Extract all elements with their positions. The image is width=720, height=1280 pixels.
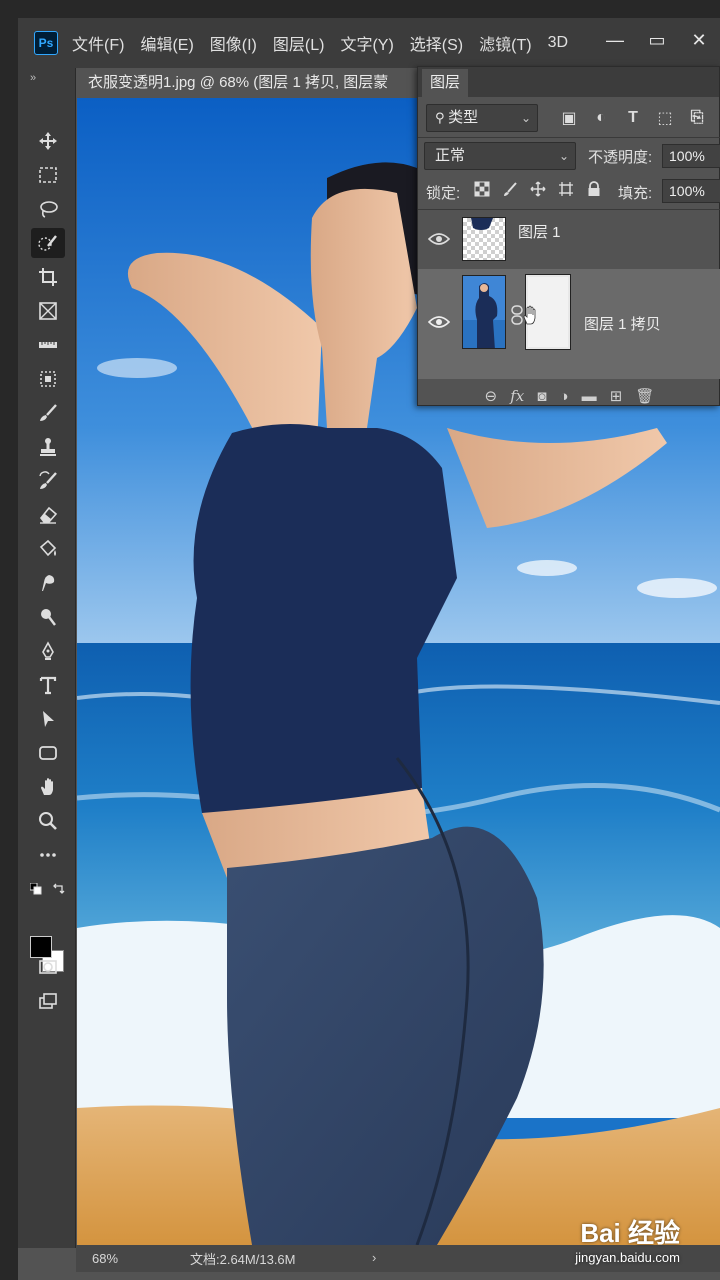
screen-mode-icon[interactable] — [31, 986, 65, 1016]
menu-filter[interactable]: 滤镜(T) — [479, 31, 531, 55]
photoshop-window: Ps 文件(F) 编辑(E) 图像(I) 图层(L) 文字(Y) 选择(S) 滤… — [18, 18, 720, 1280]
filter-kind-value: 类型 — [448, 109, 479, 126]
menu-bar: Ps 文件(F) 编辑(E) 图像(I) 图层(L) 文字(Y) 选择(S) 滤… — [18, 18, 720, 68]
rectangle-icon[interactable] — [31, 738, 65, 768]
baidu-watermark-url: jingyan.baidu.com — [575, 1250, 680, 1265]
type-filter-icon[interactable]: T — [622, 107, 644, 129]
menu-layer[interactable]: 图层(L) — [273, 31, 325, 55]
menu-edit[interactable]: 编辑(E) — [140, 31, 193, 55]
link-icon[interactable]: ⊖ — [485, 387, 498, 405]
lock-pixels-icon[interactable] — [502, 181, 518, 202]
zoom-icon[interactable] — [31, 806, 65, 836]
layer-row[interactable]: 图层 1 — [418, 211, 720, 267]
layer-name[interactable]: 图层 1 — [518, 221, 561, 242]
fx-icon[interactable]: fx — [510, 387, 524, 405]
new-layer-icon[interactable]: ⊞ — [610, 387, 623, 405]
path-selection-icon[interactable] — [31, 704, 65, 734]
quick-mask-icon[interactable] — [31, 952, 65, 982]
document-tab[interactable]: 衣服变透明1.jpg @ 68% (图层 1 拷贝, 图层蒙 — [76, 68, 476, 98]
image-filter-icon[interactable]: ▣ — [558, 107, 580, 129]
mask-icon[interactable]: ◙ — [537, 388, 546, 405]
menu-select[interactable]: 选择(S) — [410, 31, 463, 55]
document-size: 文档:2.64M/13.6M — [190, 1252, 296, 1267]
tab-layers[interactable]: 图层 — [422, 69, 469, 97]
menu-file[interactable]: 文件(F) — [72, 31, 124, 55]
dodge-icon[interactable] — [31, 602, 65, 632]
collapse-toolbar-button[interactable]: » — [30, 72, 36, 84]
opacity-field[interactable]: 100% — [662, 144, 720, 168]
more-icon[interactable] — [31, 840, 65, 870]
layer-row-selected[interactable]: 图层 1 拷贝 — [418, 269, 720, 379]
smart-object-filter-icon[interactable]: ⎘ — [686, 107, 708, 129]
window-controls: — ▭ ✕ — [594, 24, 720, 56]
menu-image[interactable]: 图像(I) — [210, 31, 257, 55]
minimize-button[interactable]: — — [594, 24, 636, 56]
blend-row: 正常 ⌄ 不透明度: 100% — [418, 139, 720, 173]
menu-3d[interactable]: 3D — [548, 34, 568, 52]
restore-button[interactable]: ▭ — [636, 24, 678, 56]
shape-filter-icon[interactable]: ⬚ — [654, 107, 676, 129]
search-icon: ⚲ — [435, 110, 449, 125]
status-menu-arrow[interactable]: › — [372, 1250, 376, 1265]
layers-panel-header: 图层 — [418, 67, 719, 97]
chevron-down-icon: ⌄ — [520, 111, 531, 125]
eraser-icon[interactable] — [31, 500, 65, 530]
baidu-watermark: Bai 经验 — [580, 1218, 680, 1248]
layer-filter-row: ⚲ 类型 ⌄ ▣ ◐ T ⬚ ⎘ — [418, 101, 720, 135]
hand-icon[interactable] — [31, 772, 65, 802]
zoom-level[interactable]: 68% — [92, 1251, 162, 1266]
cursor-hand-icon — [522, 305, 540, 330]
lock-transparency-icon[interactable] — [474, 181, 490, 202]
layers-panel: 图层 ⚲ 类型 ⌄ ▣ ◐ T ⬚ ⎘ 正常 ⌄ 不透明度: 100% 锁定: … — [417, 66, 720, 406]
eye-icon[interactable] — [428, 232, 450, 246]
lock-row: 锁定: 填充: 100% — [418, 175, 720, 207]
layer-name[interactable]: 图层 1 拷贝 — [584, 313, 661, 334]
layers-footer: ⊖ fx ◙ ◑ ▬ ⊞ 🗑 — [418, 385, 720, 407]
folder-icon[interactable]: ▬ — [582, 388, 597, 405]
chevron-down-icon: ⌄ — [558, 149, 569, 163]
move-icon[interactable] — [31, 126, 65, 156]
lock-position-icon[interactable] — [530, 181, 546, 202]
default-colors-icon[interactable] — [29, 882, 42, 895]
smudge-icon[interactable] — [31, 568, 65, 598]
adjustment-icon[interactable]: ◑ — [559, 388, 568, 405]
filter-kind-select[interactable]: ⚲ 类型 ⌄ — [426, 104, 538, 132]
type-icon[interactable] — [31, 670, 65, 700]
fill-field[interactable]: 100% — [662, 179, 720, 203]
fill-label: 填充: — [618, 185, 653, 202]
lock-label: 锁定: — [426, 185, 461, 202]
quick-selection-icon[interactable] — [31, 228, 65, 258]
frame-icon[interactable] — [31, 296, 65, 326]
menu-type[interactable]: 文字(Y) — [340, 31, 393, 55]
brush-icon[interactable] — [31, 398, 65, 428]
lasso-icon[interactable] — [31, 194, 65, 224]
patch-icon[interactable] — [31, 364, 65, 394]
history-brush-icon[interactable] — [31, 466, 65, 496]
filter-icons: ▣ ◐ T ⬚ ⎘ — [558, 107, 708, 129]
app-logo: Ps — [34, 31, 58, 55]
blend-mode-select[interactable]: 正常 ⌄ — [424, 142, 576, 170]
tools-panel: » — [18, 68, 76, 1248]
adjustment-filter-icon[interactable]: ◐ — [590, 107, 612, 129]
lock-all-icon[interactable] — [586, 181, 602, 202]
layer-thumbnail[interactable] — [462, 217, 506, 261]
trash-icon[interactable]: 🗑 — [635, 387, 654, 405]
blend-mode-value: 正常 — [435, 147, 466, 164]
eye-icon[interactable] — [428, 315, 450, 329]
pen-icon[interactable] — [31, 636, 65, 666]
layer-thumbnail[interactable] — [462, 275, 506, 349]
divider — [418, 209, 720, 210]
marquee-icon[interactable] — [31, 160, 65, 190]
lock-artboard-icon[interactable] — [558, 181, 574, 202]
divider — [418, 137, 720, 138]
ruler-icon[interactable] — [31, 330, 65, 360]
stamp-icon[interactable] — [31, 432, 65, 462]
close-button[interactable]: ✕ — [678, 24, 720, 56]
paint-bucket-icon[interactable] — [31, 534, 65, 564]
swap-colors-icon[interactable] — [52, 882, 66, 894]
opacity-label: 不透明度: — [588, 149, 653, 166]
crop-icon[interactable] — [31, 262, 65, 292]
